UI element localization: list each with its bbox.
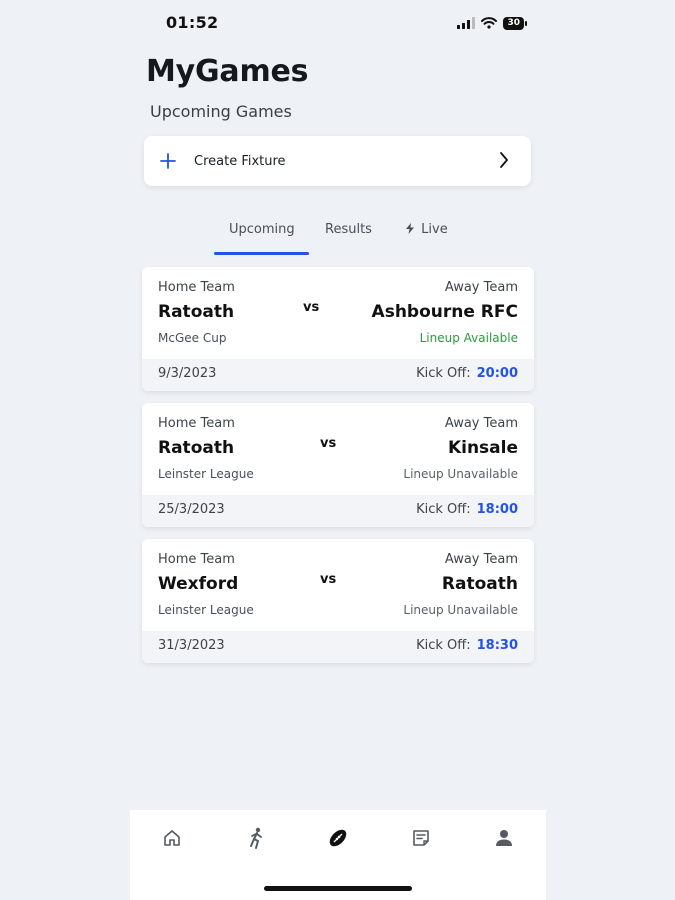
kick-off: Kick Off: 20:00 [416, 366, 518, 381]
kick-off: Kick Off: 18:00 [416, 502, 518, 517]
nav-profile[interactable] [490, 826, 518, 854]
bottom-nav [130, 810, 546, 900]
active-tab-indicator [214, 252, 309, 255]
create-fixture-label: Create Fixture [194, 153, 286, 169]
lineup-status: Lineup Unavailable [403, 467, 518, 481]
status-time: 01:52 [166, 13, 219, 32]
away-team-name: Kinsale [447, 438, 518, 458]
fixture-footer: 9/3/2023 Kick Off: 20:00 [142, 359, 534, 391]
away-team-label: Away Team [444, 552, 518, 567]
vs-label: vs [320, 572, 337, 587]
nav-player[interactable] [242, 826, 270, 854]
home-team-label: Home Team [158, 552, 235, 567]
kick-off-time: 18:30 [476, 638, 518, 653]
page-subtitle: Upcoming Games [150, 102, 292, 121]
fixture-tabs: Upcoming Results Live [214, 218, 474, 258]
tab-upcoming[interactable]: Upcoming [229, 222, 295, 237]
away-team-name: Ratoath [441, 574, 518, 594]
vs-label: vs [320, 436, 337, 451]
wifi-icon [481, 14, 498, 33]
nav-home[interactable] [158, 826, 186, 854]
status-icons: 30 [457, 14, 527, 33]
home-indicator [264, 886, 412, 891]
kick-off-label: Kick Off: [416, 638, 471, 653]
kick-off: Kick Off: 18:30 [416, 638, 518, 653]
nav-games[interactable] [324, 826, 352, 854]
battery-icon: 30 [503, 17, 527, 30]
kick-off-label: Kick Off: [416, 502, 471, 517]
home-team-label: Home Team [158, 416, 235, 431]
fixture-card[interactable]: Home Team Away Team Ratoath vs Kinsale L… [142, 403, 534, 527]
home-icon [162, 828, 182, 852]
kick-off-time: 20:00 [476, 366, 518, 381]
profile-icon [494, 828, 514, 852]
signal-icon [457, 14, 476, 33]
fixture-card[interactable]: Home Team Away Team Ratoath vs Ashbourne… [142, 267, 534, 391]
competition-name: Leinster League [158, 603, 254, 617]
away-team-name: Ashbourne RFC [371, 302, 518, 322]
home-team-name: Ratoath [158, 302, 235, 322]
competition-name: Leinster League [158, 467, 254, 481]
vs-label: vs [303, 300, 320, 315]
fixture-card[interactable]: Home Team Away Team Wexford vs Ratoath L… [142, 539, 534, 663]
fixture-date: 25/3/2023 [158, 502, 225, 517]
plus-icon [160, 149, 180, 173]
kick-off-label: Kick Off: [416, 366, 471, 381]
fixture-footer: 25/3/2023 Kick Off: 18:00 [142, 495, 534, 527]
lineup-status: Lineup Unavailable [403, 603, 518, 617]
player-icon [246, 827, 266, 853]
home-team-label: Home Team [158, 280, 235, 295]
home-team-name: Ratoath [158, 438, 235, 458]
nav-notes[interactable] [407, 826, 435, 854]
competition-name: McGee Cup [158, 331, 227, 345]
away-team-label: Away Team [444, 280, 518, 295]
rugby-ball-icon [327, 827, 349, 853]
tab-live[interactable]: Live [406, 222, 448, 237]
create-fixture-button[interactable]: Create Fixture [144, 136, 531, 186]
page-title: MyGames [146, 54, 309, 89]
fixture-footer: 31/3/2023 Kick Off: 18:30 [142, 631, 534, 663]
lineup-status: Lineup Available [419, 331, 518, 345]
notes-icon [411, 828, 431, 852]
chevron-right-icon [499, 151, 509, 173]
home-team-name: Wexford [158, 574, 239, 594]
away-team-label: Away Team [444, 416, 518, 431]
fixture-date: 31/3/2023 [158, 638, 225, 653]
status-bar: 01:52 30 [130, 10, 546, 36]
tab-live-label: Live [421, 222, 448, 237]
tab-results[interactable]: Results [325, 222, 372, 237]
screen: 01:52 30 MyGames Upcoming Games Create F… [0, 0, 675, 900]
kick-off-time: 18:00 [476, 502, 518, 517]
fixture-date: 9/3/2023 [158, 366, 217, 381]
bolt-icon [406, 222, 418, 237]
